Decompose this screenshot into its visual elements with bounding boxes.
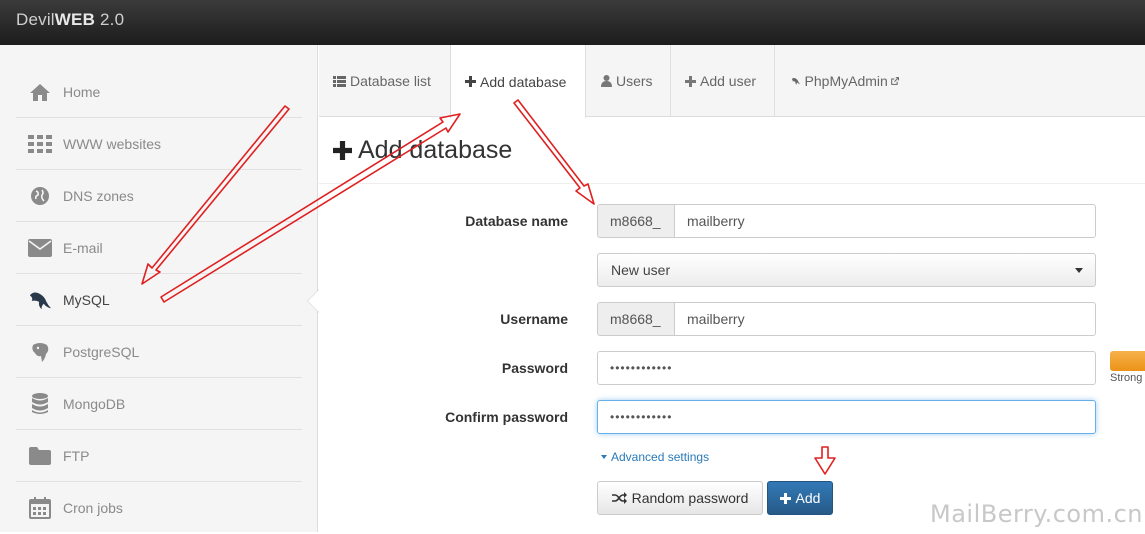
sidebar-item-postgresql[interactable]: PostgreSQL xyxy=(16,326,302,378)
tab-add-database[interactable]: Add database xyxy=(450,45,586,118)
envelope-icon xyxy=(28,236,52,260)
tab-phpmyadmin[interactable]: PhpMyAdmin xyxy=(775,45,917,117)
sidebar-item-label: E-mail xyxy=(63,239,103,256)
password-strength-bar xyxy=(1110,351,1145,371)
sidebar-item-label: Cron jobs xyxy=(63,500,123,516)
home-icon xyxy=(28,80,52,104)
tab-label: PhpMyAdmin xyxy=(804,73,888,89)
database-prefix-addon: m8668_ xyxy=(597,204,675,238)
calendar-icon xyxy=(28,496,52,520)
active-indicator xyxy=(308,290,319,312)
top-navbar: DevilWEB 2.0 xyxy=(0,0,1145,45)
sidebar-item-label: DNS zones xyxy=(63,187,134,204)
brand-logo[interactable]: DevilWEB 2.0 xyxy=(16,10,124,30)
sidebar-item-home[interactable]: Home xyxy=(16,66,302,118)
random-password-label: Random password xyxy=(631,490,749,506)
brand-prefix: Devil xyxy=(16,10,55,29)
advanced-settings-link[interactable]: Advanced settings xyxy=(601,450,709,464)
external-link-icon xyxy=(890,77,899,85)
add-button[interactable]: Add xyxy=(767,481,833,515)
globe-icon xyxy=(28,184,52,208)
tab-label: Database list xyxy=(350,73,431,89)
plus-icon xyxy=(779,492,791,504)
dolphin-icon xyxy=(791,78,801,85)
sidebar-item-e-mail[interactable]: E-mail xyxy=(16,222,302,274)
list-icon xyxy=(333,75,346,87)
database-name-label: Database name xyxy=(465,213,568,229)
sidebar-item-dns-zones[interactable]: DNS zones xyxy=(16,170,302,222)
sidebar-item-label: PostgreSQL xyxy=(63,343,140,360)
elephant-icon xyxy=(28,340,52,364)
page-title-text: Add database xyxy=(358,136,513,164)
sidebar-item-label: Home xyxy=(63,83,101,100)
random-password-button[interactable]: Random password xyxy=(597,481,763,515)
title-divider xyxy=(319,183,1145,184)
sidebar-item-label: WWW websites xyxy=(63,135,161,152)
dolphin-icon xyxy=(28,288,52,312)
tab-database-list[interactable]: Database list xyxy=(319,45,451,117)
password-strength-label: Strong xyxy=(1110,372,1143,384)
grid-icon xyxy=(28,132,52,156)
database-icon xyxy=(28,392,52,416)
username-input[interactable] xyxy=(674,302,1096,336)
plus-icon xyxy=(685,75,696,87)
advanced-settings-label: Advanced settings xyxy=(611,450,710,464)
password-input[interactable] xyxy=(597,351,1096,385)
folder-icon xyxy=(28,444,52,468)
user-select[interactable]: New user xyxy=(597,253,1096,287)
sidebar-item-mysql[interactable]: MySQL xyxy=(16,274,302,326)
sidebar-item-label: FTP xyxy=(63,447,90,464)
brand-bold: WEB xyxy=(54,10,96,29)
sidebar-item-www-websites[interactable]: WWW websites xyxy=(16,118,302,170)
caret-down-icon xyxy=(601,455,607,459)
add-button-label: Add xyxy=(795,490,821,506)
sidebar: Home WWW websites DNS zones E-mail MySQL… xyxy=(0,45,318,532)
annotation-arrow xyxy=(814,446,836,475)
tab-label: Add user xyxy=(700,73,757,89)
tab-add-user[interactable]: Add user xyxy=(671,45,775,117)
caret-down-icon xyxy=(1075,268,1083,273)
confirm-password-input[interactable] xyxy=(597,400,1096,434)
sidebar-item-ftp[interactable]: FTP xyxy=(16,430,302,482)
tab-label: Users xyxy=(616,73,653,89)
tab-label: Add database xyxy=(480,73,567,90)
confirm-password-label: Confirm password xyxy=(445,409,568,425)
password-label: Password xyxy=(501,360,568,376)
tab-users[interactable]: Users xyxy=(587,45,671,117)
sidebar-item-cron-jobs[interactable]: Cron jobs xyxy=(16,482,302,534)
user-select-value: New user xyxy=(611,262,671,278)
sidebar-item-label: MySQL xyxy=(63,291,110,308)
brand-suffix: 2.0 xyxy=(95,10,125,29)
shuffle-icon xyxy=(611,492,627,504)
watermark: MailBerry.com.cn xyxy=(930,500,1143,528)
plus-icon xyxy=(465,76,476,87)
username-prefix-addon: m8668_ xyxy=(597,302,675,336)
plus-icon xyxy=(333,141,352,160)
user-icon xyxy=(601,75,612,87)
tab-bar: Database list Add database Users Add use… xyxy=(319,45,1145,118)
page-title: Add database xyxy=(333,136,512,165)
username-label: Username xyxy=(500,311,568,327)
database-name-input[interactable] xyxy=(674,204,1096,238)
sidebar-item-label: MongoDB xyxy=(63,395,126,412)
sidebar-item-mongodb[interactable]: MongoDB xyxy=(16,378,302,430)
